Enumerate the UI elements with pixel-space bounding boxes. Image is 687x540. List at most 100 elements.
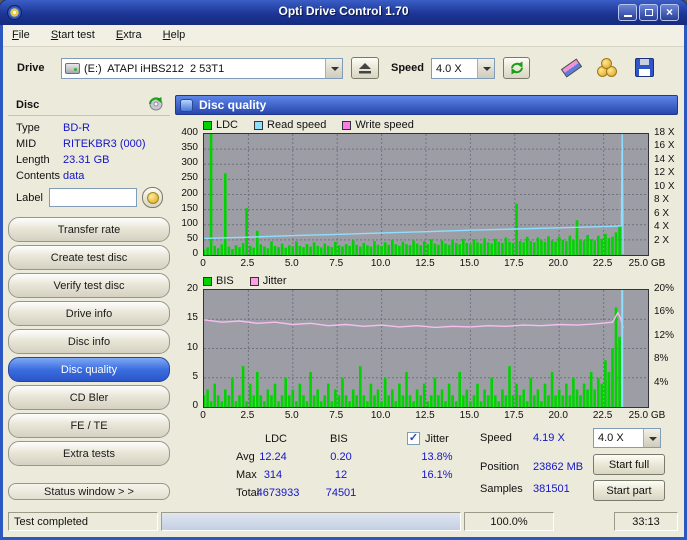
elapsed-time: 33:13 — [632, 516, 660, 528]
axis-tick-label: 16 X — [654, 140, 675, 151]
chevron-down-icon[interactable] — [477, 59, 494, 78]
write-label-button[interactable] — [142, 187, 163, 208]
maximize-button[interactable] — [639, 4, 658, 21]
save-button[interactable] — [633, 56, 657, 80]
sidebar-item-drive-info[interactable]: Drive info — [8, 301, 170, 326]
status-window-button[interactable]: Status window > > — [8, 483, 170, 500]
sidebar-item-create-test-disc[interactable]: Create test disc — [8, 245, 170, 270]
axis-tick-label: 300 — [163, 157, 198, 168]
sidebar-item-disc-quality[interactable]: Disc quality — [8, 357, 170, 382]
disc-contents-value: data — [63, 170, 84, 182]
chart2-legend: BIS Jitter — [203, 275, 287, 287]
axis-tick-label: 25.0 GB — [624, 258, 670, 269]
samples-value: 381501 — [533, 483, 570, 495]
axis-tick-label: 350 — [163, 142, 198, 153]
axis-tick-label: 16% — [654, 306, 674, 317]
sidebar-item-disc-info[interactable]: Disc info — [8, 329, 170, 354]
axis-tick-label: 5.0 — [269, 258, 315, 269]
sidebar-item-label: Disc quality — [61, 364, 117, 376]
axis-tick-label: 0 — [180, 258, 226, 269]
disc-refresh-icon — [147, 96, 165, 112]
axis-tick-label: 200 — [163, 188, 198, 199]
axis-tick-label: 15.0 — [446, 258, 492, 269]
test-speed-select[interactable]: 4.0 X — [593, 428, 661, 448]
panel-title: Disc quality — [199, 98, 266, 112]
test-speed-select-value: 4.0 X — [594, 432, 643, 444]
axis-tick-label: 12 X — [654, 167, 675, 178]
ldc-column-header: LDC — [265, 433, 287, 445]
disc-label-input[interactable] — [49, 188, 137, 207]
menu-file[interactable]: File — [3, 25, 39, 47]
menu-extra[interactable]: Extra — [107, 25, 151, 47]
ldc-legend-label: LDC — [216, 119, 238, 131]
axis-tick-label: 10.0 — [358, 410, 404, 421]
sidebar-item-label: Drive info — [66, 308, 112, 320]
avg-ldc-value: 12.24 — [243, 451, 303, 463]
chevron-down-icon[interactable] — [643, 429, 660, 447]
eject-icon — [359, 63, 371, 74]
refresh-speeds-button[interactable] — [503, 57, 530, 79]
axis-tick-label: 25.0 GB — [624, 410, 670, 421]
axis-tick-label: 10 X — [654, 181, 675, 192]
chevron-down-icon[interactable] — [325, 59, 342, 78]
sidebar-item-verify-test-disc[interactable]: Verify test disc — [8, 273, 170, 298]
refresh-disc-info-button[interactable] — [147, 96, 167, 113]
sidebar-item-extra-tests[interactable]: Extra tests — [8, 441, 170, 466]
axis-tick-label: 18 X — [654, 127, 675, 138]
minimize-button[interactable] — [618, 4, 637, 21]
write-speed-legend-label: Write speed — [355, 119, 414, 131]
sidebar-item-label: FE / TE — [70, 420, 107, 432]
title-bar[interactable]: Opti Drive Control 1.70 × — [0, 0, 687, 25]
axis-tick-label: 22.5 — [580, 258, 626, 269]
jitter-checkbox[interactable]: ✓ — [407, 432, 420, 445]
axis-tick-label: 2.5 — [224, 258, 270, 269]
maximize-icon — [645, 9, 653, 16]
license-button[interactable] — [595, 56, 621, 80]
erase-disc-button[interactable] — [559, 56, 585, 80]
max-bis-value: 12 — [311, 469, 371, 481]
axis-tick-label: 15.0 — [446, 410, 492, 421]
drive-label: Drive — [17, 62, 45, 74]
disc-mid-value: RITEKBR3 (000) — [63, 138, 146, 150]
menu-help[interactable]: Help — [154, 25, 195, 47]
axis-tick-label: 250 — [163, 172, 198, 183]
read-speed-legend-label: Read speed — [267, 119, 326, 131]
bis-legend-swatch — [203, 277, 212, 286]
drive-select[interactable]: (E:) ATAPI iHBS212 2 53T1 — [61, 58, 343, 79]
window-body: File Start test Extra Help Drive (E:) AT… — [3, 25, 684, 537]
eject-button[interactable] — [351, 57, 379, 79]
max-jitter-value: 16.1% — [407, 469, 467, 481]
disc-contents-label: Contents — [16, 170, 60, 182]
bis-legend-label: BIS — [216, 275, 234, 287]
read-speed-legend-swatch — [254, 121, 263, 130]
axis-tick-label: 12% — [654, 330, 674, 341]
sidebar-item-cd-bler[interactable]: CD Bler — [8, 385, 170, 410]
speed-select[interactable]: 4.0 X — [431, 58, 495, 79]
axis-tick-label: 6 X — [654, 208, 669, 219]
sidebar-item-transfer-rate[interactable]: Transfer rate — [8, 217, 170, 242]
app-window: Opti Drive Control 1.70 × File Start tes… — [0, 0, 687, 540]
menu-start-test[interactable]: Start test — [42, 25, 104, 47]
speed-label: Speed — [391, 62, 424, 74]
disc-group-header: Disc — [16, 99, 39, 111]
axis-tick-label: 14 X — [654, 154, 675, 165]
axis-tick-label: 17.5 — [491, 258, 537, 269]
axis-tick-label: 20.0 — [535, 258, 581, 269]
start-part-label: Start part — [606, 485, 651, 497]
disc-mid-label: MID — [16, 138, 36, 150]
bis-column-header: BIS — [330, 433, 348, 445]
jitter-legend-swatch — [250, 277, 259, 286]
start-full-button[interactable]: Start full — [593, 454, 665, 475]
ldc-legend-swatch — [203, 121, 212, 130]
start-full-label: Start full — [609, 459, 649, 471]
axis-tick-label: 4 X — [654, 221, 669, 232]
close-button[interactable]: × — [660, 4, 679, 21]
axis-tick-label: 12.5 — [402, 410, 448, 421]
sidebar-item-fe-te[interactable]: FE / TE — [8, 413, 170, 438]
disc-label-label: Label — [16, 192, 43, 204]
axis-tick-label: 12.5 — [402, 258, 448, 269]
start-part-button[interactable]: Start part — [593, 480, 665, 501]
avg-bis-value: 0.20 — [311, 451, 371, 463]
disc-quality-header: Disc quality — [175, 95, 678, 115]
coin-icon — [601, 58, 612, 69]
